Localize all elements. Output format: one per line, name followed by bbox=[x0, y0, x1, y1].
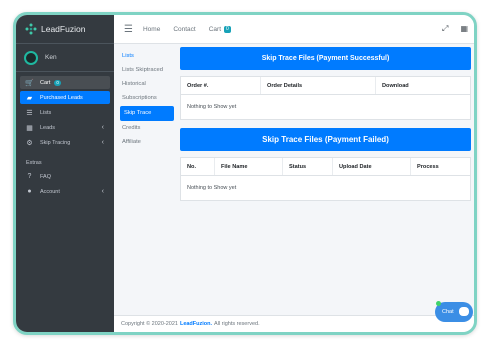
nav-link-contact[interactable]: Contact bbox=[173, 26, 195, 33]
avatar bbox=[24, 50, 38, 65]
sidebar: LeadFuzion Ken 🛒 Cart 0 ▰ Purchased Lead… bbox=[16, 15, 114, 332]
footer-brand-link[interactable]: LeadFuzion. bbox=[180, 321, 212, 327]
subnav-item-affiliate[interactable]: Affiliate bbox=[120, 136, 174, 149]
sidebar-section-header: Extras bbox=[26, 160, 42, 166]
online-status-dot bbox=[436, 301, 441, 306]
sidebar-item-label: Leads bbox=[40, 124, 55, 131]
cart-icon: 🛒 bbox=[25, 79, 34, 87]
topbar-actions: ⤢ ▦ bbox=[442, 24, 468, 34]
list-icon: ☰ bbox=[26, 109, 33, 117]
sidebar-item-label: FAQ bbox=[40, 173, 52, 180]
subnav-item-lists-skiptraced[interactable]: Lists Skiptraced bbox=[120, 64, 174, 77]
sidebar-item-label: Account bbox=[40, 188, 60, 195]
empty-message: Nothing to Show yet bbox=[187, 185, 237, 191]
nav-link-cart-label: Cart bbox=[208, 25, 221, 33]
column-header: File Name bbox=[215, 158, 283, 175]
fullscreen-icon[interactable]: ⤢ bbox=[442, 24, 448, 34]
hamburger-menu-icon[interactable]: ☰ bbox=[124, 24, 133, 35]
brand-name: LeadFuzion bbox=[41, 24, 86, 34]
gear-icon: ⚙ bbox=[26, 139, 33, 147]
nav-link-cart[interactable]: Cart 0 bbox=[208, 25, 231, 33]
failed-table: No. File Name Status Upload Date Process… bbox=[180, 157, 471, 201]
brand[interactable]: LeadFuzion bbox=[16, 15, 114, 44]
cart-count-badge: 0 bbox=[54, 79, 61, 86]
sidebar-nav: 🛒 Cart 0 ▰ Purchased Leads ☰ Lists ▦ Lea… bbox=[16, 72, 114, 198]
sidebar-item-label: Lists bbox=[40, 109, 52, 116]
user-name: Ken bbox=[45, 54, 57, 61]
table-header: No. File Name Status Upload Date Process bbox=[181, 158, 470, 176]
column-header: Download bbox=[382, 82, 409, 89]
main-content: Lists Lists Skiptraced Historical Subscr… bbox=[114, 44, 474, 316]
chat-button[interactable]: Chat bbox=[435, 301, 473, 322]
table-header: Order #. Order Details Download bbox=[181, 77, 470, 95]
sidebar-item-label: Purchased Leads bbox=[40, 94, 83, 101]
column-header: Order Details bbox=[261, 77, 376, 94]
column-header: Process bbox=[417, 163, 439, 170]
column-header: Status bbox=[283, 158, 333, 175]
subnav-item-skip-trace[interactable]: Skip Trace bbox=[120, 106, 174, 121]
skip-trace-panel: Skip Trace Files (Payment Successful) Or… bbox=[180, 47, 471, 209]
user-icon: ● bbox=[27, 188, 32, 195]
user-panel[interactable]: Ken bbox=[16, 44, 114, 72]
sidebar-item-skip-tracing[interactable]: ⚙ Skip Tracing ‹ bbox=[20, 136, 110, 149]
chat-bubble-icon bbox=[459, 307, 469, 316]
chevron-left-icon: ‹ bbox=[101, 139, 104, 146]
chevron-left-icon: ‹ bbox=[101, 124, 104, 131]
footer: Copyright © 2020-2021 LeadFuzion. All ri… bbox=[114, 315, 474, 332]
logo-icon bbox=[25, 23, 37, 35]
sub-navigation: Lists Lists Skiptraced Historical Subscr… bbox=[120, 50, 174, 150]
column-header: Order #. bbox=[181, 77, 261, 94]
failed-section-title: Skip Trace Files (Payment Failed) bbox=[180, 128, 471, 151]
sidebar-item-cart[interactable]: 🛒 Cart 0 bbox=[20, 76, 110, 89]
chat-label: Chat bbox=[442, 309, 454, 315]
folder-icon: ▰ bbox=[26, 94, 33, 102]
sidebar-item-label: Skip Tracing bbox=[40, 139, 71, 146]
sidebar-item-leads[interactable]: ▦ Leads ‹ bbox=[20, 121, 110, 134]
chevron-left-icon: ‹ bbox=[101, 188, 104, 195]
nav-link-home[interactable]: Home bbox=[143, 26, 160, 33]
subnav-item-credits[interactable]: Credits bbox=[120, 122, 174, 135]
question-icon: ? bbox=[27, 173, 32, 180]
success-table: Order #. Order Details Download Nothing … bbox=[180, 76, 471, 120]
sidebar-item-account[interactable]: ● Account ‹ bbox=[20, 185, 110, 198]
rights-text: All rights reserved. bbox=[214, 321, 260, 327]
top-navbar: ☰ Home Contact Cart 0 ⤢ ▦ bbox=[114, 15, 474, 44]
copyright-text: Copyright © 2020-2021 bbox=[121, 321, 178, 327]
column-header: Upload Date bbox=[333, 158, 411, 175]
column-header: No. bbox=[181, 158, 215, 175]
success-section-title: Skip Trace Files (Payment Successful) bbox=[180, 47, 471, 70]
cart-badge: 0 bbox=[224, 25, 231, 33]
sidebar-item-lists[interactable]: ☰ Lists bbox=[20, 106, 110, 119]
subnav-item-historical[interactable]: Historical bbox=[120, 78, 174, 91]
subnav-item-lists[interactable]: Lists bbox=[120, 50, 174, 63]
sidebar-item-faq[interactable]: ? FAQ bbox=[20, 170, 110, 183]
grid-menu-icon[interactable]: ▦ bbox=[460, 24, 468, 34]
sidebar-item-purchased-leads[interactable]: ▰ Purchased Leads bbox=[20, 91, 110, 104]
grid-icon: ▦ bbox=[26, 124, 33, 132]
sidebar-item-label: Cart bbox=[40, 79, 51, 86]
app-window: LeadFuzion Ken 🛒 Cart 0 ▰ Purchased Lead… bbox=[13, 12, 477, 335]
empty-message: Nothing to Show yet bbox=[187, 104, 237, 110]
subnav-item-subscriptions[interactable]: Subscriptions bbox=[120, 92, 174, 105]
